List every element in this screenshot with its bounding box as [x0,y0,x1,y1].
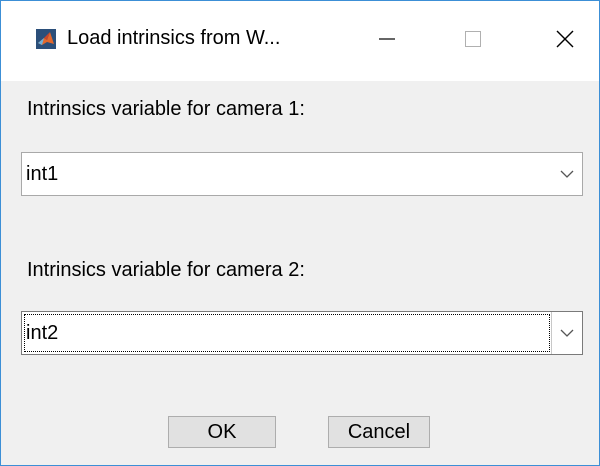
focus-indicator [24,314,550,352]
camera1-selected-value: int1 [26,163,59,185]
camera2-selected-value: int2 [26,322,59,344]
close-button[interactable] [535,17,595,61]
maximize-icon [465,31,481,47]
camera1-select[interactable]: int1 [21,152,583,196]
chevron-down-icon [560,329,574,337]
camera2-label: Intrinsics variable for camera 2: [27,259,305,281]
title-bar[interactable]: Load intrinsics from W... [1,1,599,81]
cancel-button[interactable]: Cancel [328,416,430,448]
dialog-window: Load intrinsics from W... Intrinsics var… [0,0,600,466]
window-title: Load intrinsics from W... [67,27,281,49]
camera1-dropdown-button[interactable] [552,153,582,195]
camera2-dropdown-button[interactable] [551,312,582,354]
chevron-down-icon [560,170,574,178]
dialog-content: Intrinsics variable for camera 1: int1 I… [1,81,599,465]
minimize-icon [379,38,395,40]
ok-button[interactable]: OK [168,416,276,448]
close-icon [556,30,574,48]
camera2-select[interactable]: int2 [21,311,583,355]
maximize-button[interactable] [443,17,503,61]
minimize-button[interactable] [357,17,417,61]
matlab-logo-icon [36,29,56,49]
camera1-label: Intrinsics variable for camera 1: [27,98,305,120]
